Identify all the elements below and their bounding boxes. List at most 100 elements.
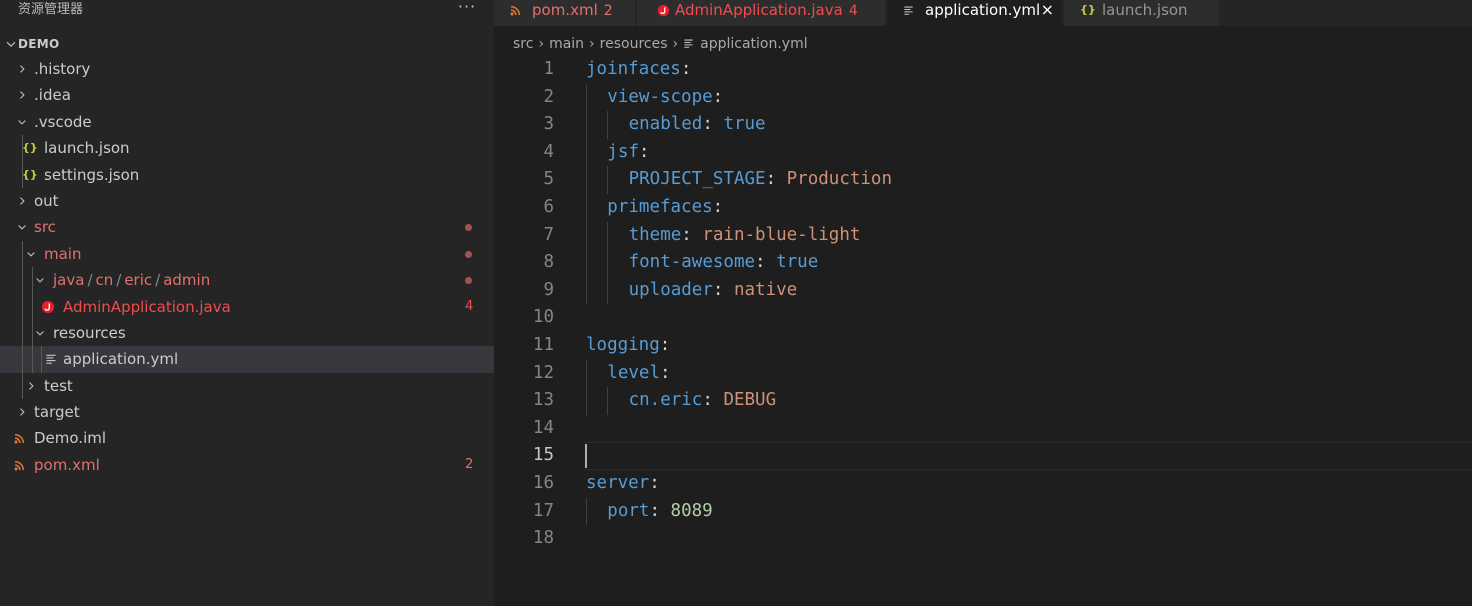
tree-item-java-package[interactable]: java / cn / eric / admin xyxy=(0,267,494,294)
tree-item-main[interactable]: main xyxy=(0,240,494,268)
tree-item-settings-json[interactable]: {} settings.json xyxy=(0,161,494,188)
tree-item-label: settings.json xyxy=(44,165,140,184)
tab-pom-xml[interactable]: pom.xml 2 xyxy=(494,0,635,26)
yaml-colon: : xyxy=(765,169,787,190)
line-number: 16 xyxy=(532,473,554,493)
code-line[interactable]: 12 level: xyxy=(494,360,1472,388)
yaml-colon: : xyxy=(712,86,724,107)
indent-guide xyxy=(586,83,587,305)
more-actions-button[interactable]: ··· xyxy=(456,0,478,18)
tab-admin-application-java[interactable]: AdminApplication.java 4 xyxy=(637,0,885,26)
tree-item-application-yml[interactable]: application.yml xyxy=(0,346,494,373)
tab-launch-json[interactable]: {} launch.json xyxy=(1064,0,1219,26)
line-number: 13 xyxy=(532,390,554,411)
workspace-section-header[interactable]: DEMO xyxy=(0,33,494,55)
problem-count-badge: 4 xyxy=(465,298,474,314)
tree-item-idea[interactable]: .idea xyxy=(0,82,494,108)
tree-item-resources[interactable]: resources xyxy=(0,319,494,347)
tree-item-label: history xyxy=(38,60,91,78)
breadcrumb-file[interactable]: application.yml xyxy=(700,36,808,52)
tab-label: application.yml xyxy=(925,1,1041,19)
indent-guide xyxy=(586,497,587,526)
tree-item-target[interactable]: target xyxy=(0,399,494,425)
breadcrumb-resources[interactable]: resources xyxy=(600,36,668,52)
yaml-colon: : xyxy=(659,362,671,383)
tree-item-label: target xyxy=(34,403,80,422)
close-tab-icon[interactable]: × xyxy=(1041,0,1054,20)
yaml-value: 8089 xyxy=(670,500,713,521)
code-line[interactable]: 1 joinfaces: xyxy=(494,56,1472,84)
indent-guide xyxy=(22,293,23,320)
code-line[interactable]: 7 theme: rain-blue-light xyxy=(494,222,1472,250)
indent-guide xyxy=(607,221,609,305)
line-number: 11 xyxy=(532,335,554,355)
code-line[interactable]: 15 xyxy=(494,442,1472,470)
code-line[interactable]: 3 enabled: true xyxy=(494,111,1472,139)
indent-guide xyxy=(32,346,33,373)
tree-item-pom-xml[interactable]: pom.xml 2 xyxy=(0,452,494,478)
chevron-down-icon xyxy=(36,331,44,336)
json-braces-icon: {} xyxy=(1080,3,1096,16)
code-editor[interactable]: 1 joinfaces: 2 view-scope: 3 enabled: true 4 js… xyxy=(494,56,1472,606)
code-line[interactable]: 8 font-awesome: true xyxy=(494,249,1472,277)
code-line[interactable]: 17 port: 8089 xyxy=(494,498,1472,526)
yaml-colon: : xyxy=(638,141,650,162)
yaml-value: Production xyxy=(786,169,892,190)
code-line[interactable]: 5 PROJECT_STAGE: Production xyxy=(494,166,1472,194)
explorer-sidebar: 资源管理器 ··· DEMO .history .idea .vscode {}… xyxy=(0,0,494,606)
indent-guide xyxy=(607,387,609,415)
tree-item-label: launch.json xyxy=(44,139,130,158)
breadcrumb-src[interactable]: src xyxy=(513,36,533,52)
line-number: 14 xyxy=(532,417,554,438)
code-line[interactable]: 6 primefaces: xyxy=(494,194,1472,222)
tab-application-yml[interactable]: application.yml × xyxy=(887,0,1062,26)
tab-label: AdminApplication.java xyxy=(675,1,843,19)
java-error-icon xyxy=(657,2,670,18)
code-text: enabled: true xyxy=(629,111,766,139)
line-number: 4 xyxy=(543,141,554,162)
yaml-file-icon xyxy=(683,34,694,56)
breadcrumb-main[interactable]: main xyxy=(549,36,584,52)
line-number: 3 xyxy=(543,114,554,135)
code-line[interactable]: 2 view-scope: xyxy=(494,84,1472,112)
yaml-key: view-scope xyxy=(607,86,713,107)
code-line[interactable]: 18 xyxy=(494,525,1472,553)
chevron-right-icon xyxy=(20,197,25,205)
yaml-value: DEBUG xyxy=(723,390,777,411)
chevron-right-icon: › xyxy=(589,36,595,52)
tab-label: launch.json xyxy=(1102,1,1188,19)
code-text: PROJECT_STAGE: Production xyxy=(629,166,892,194)
tree-item-history[interactable]: .history xyxy=(0,56,494,82)
tree-item-label: AdminApplication.java xyxy=(63,297,231,316)
tree-item-launch-json[interactable]: {} launch.json xyxy=(0,135,494,162)
code-text: jsf: xyxy=(607,139,649,167)
yaml-colon: : xyxy=(702,390,724,411)
code-line[interactable]: 4 jsf: xyxy=(494,139,1472,167)
tree-item-vscode[interactable]: .vscode xyxy=(0,109,494,135)
chevron-down-icon xyxy=(6,41,16,48)
tree-item-admin-application-java[interactable]: AdminApplication.java 4 xyxy=(0,293,494,320)
chevron-right-icon: › xyxy=(538,36,545,52)
yaml-key: enabled xyxy=(628,114,703,135)
code-line[interactable]: 14 xyxy=(494,415,1472,443)
yaml-key: font-awesome xyxy=(628,252,756,273)
modified-dot xyxy=(465,224,472,232)
code-line[interactable]: 9 uploader: native xyxy=(494,277,1472,305)
yaml-key: joinfaces xyxy=(586,59,681,79)
chevron-down-icon xyxy=(36,278,44,283)
code-text: level: xyxy=(607,360,670,388)
json-braces-icon: {} xyxy=(22,141,38,155)
code-line[interactable]: 16 server: xyxy=(494,470,1472,498)
code-line[interactable]: 13 cn.eric: DEBUG xyxy=(494,387,1472,415)
code-line[interactable]: 11 logging: xyxy=(494,332,1472,360)
tree-item-out[interactable]: out xyxy=(0,188,494,214)
file-tree: .history .idea .vscode {} launch.json {}… xyxy=(0,56,494,478)
package-path: java / cn / eric / admin xyxy=(53,267,210,293)
line-number: 5 xyxy=(543,169,554,190)
tree-item-test[interactable]: test xyxy=(0,372,494,400)
java-error-icon xyxy=(41,294,55,320)
code-line[interactable]: 10 xyxy=(494,304,1472,332)
tree-item-label: src xyxy=(34,218,56,237)
tree-item-src[interactable]: src xyxy=(0,214,494,240)
tree-item-demo-iml[interactable]: Demo.iml xyxy=(0,425,494,451)
